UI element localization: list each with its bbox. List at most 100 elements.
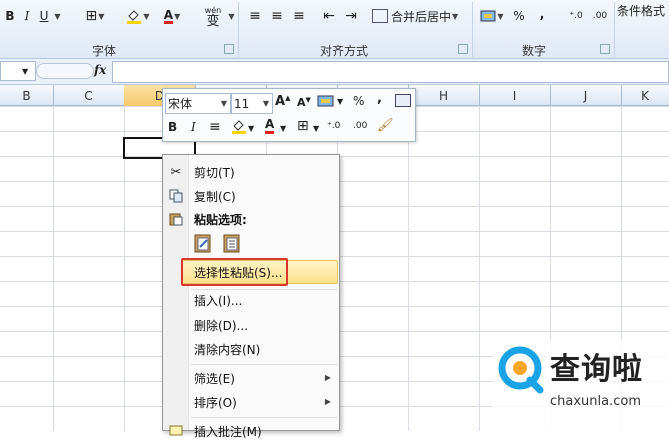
increase-decimal-icon[interactable]: ⁺.0 xyxy=(566,6,586,26)
mini-border-dropdown-icon[interactable]: ▼ xyxy=(313,124,319,133)
menu-item-insert-comment[interactable]: 插入批注(M) xyxy=(163,420,339,442)
mini-italic-button[interactable]: I xyxy=(191,120,196,134)
merge-center-label: 合并后居中 xyxy=(391,9,452,24)
menu-item-insert[interactable]: 插入(I)... xyxy=(163,289,339,311)
mini-fill-color-icon[interactable] xyxy=(231,118,247,137)
mini-decrease-decimal-icon[interactable]: .00 xyxy=(353,121,367,131)
group-number-label: 数字 xyxy=(522,44,547,58)
grow-font-button[interactable]: A▲ xyxy=(275,94,290,109)
shrink-font-label: A xyxy=(297,96,306,109)
annotation-box xyxy=(181,258,288,286)
menu-item-filter-label: 筛选(E) xyxy=(194,371,235,386)
underline-button[interactable]: U xyxy=(36,6,52,26)
ribbon: B I U ▼ ⊞ ▼ ▼ A ▼ wén 变 ▼ 字体 ≡ ≡ ≡ ⇤ ⇥ 合并后… xyxy=(0,0,669,59)
number-launcher-icon[interactable] xyxy=(600,44,610,54)
mini-accounting-dropdown-icon[interactable]: ▼ xyxy=(337,97,343,106)
group-font-label: 字体 xyxy=(92,44,117,58)
decrease-indent-icon[interactable]: ⇤ xyxy=(320,6,338,26)
menu-item-copy-label: 复制(C) xyxy=(194,189,236,204)
formula-input[interactable] xyxy=(112,61,669,83)
watermark-logo-icon xyxy=(496,344,546,394)
mini-comma-button[interactable]: , xyxy=(377,91,382,106)
group-align-label: 对齐方式 xyxy=(320,44,369,58)
decrease-decimal-icon[interactable]: .00 xyxy=(590,6,610,26)
menu-item-cut[interactable]: ✂ 剪切(T) xyxy=(163,161,339,183)
grid-line xyxy=(53,106,54,431)
mini-format-painter-icon[interactable] xyxy=(395,94,411,107)
menu-item-sort[interactable]: 排序(O) ▶ xyxy=(163,391,339,413)
name-box[interactable] xyxy=(0,61,36,81)
menu-item-clear-contents-label: 清除内容(N) xyxy=(194,342,261,357)
phonetic-char: 变 xyxy=(206,13,220,29)
menu-item-delete[interactable]: 删除(D)... xyxy=(163,314,339,336)
mini-font-size[interactable]: 11 ▼ xyxy=(231,93,273,114)
menu-item-insert-label: 插入(I)... xyxy=(194,293,243,308)
paste-formulas-icon[interactable] xyxy=(192,232,214,254)
column-header-B[interactable]: B xyxy=(0,85,54,106)
column-header-C[interactable]: C xyxy=(53,85,125,106)
mini-percent-button[interactable]: % xyxy=(353,94,364,108)
formula-bar-splitter[interactable] xyxy=(36,63,94,79)
paste-options-label: 粘贴选项: xyxy=(194,212,247,227)
percent-button[interactable]: % xyxy=(512,6,526,26)
merge-icon xyxy=(372,9,388,23)
mini-format-brush-icon[interactable]: 🖌 xyxy=(377,118,394,133)
align-right-icon[interactable]: ≡ xyxy=(290,6,308,26)
insert-function-button[interactable]: fx xyxy=(94,63,106,77)
mini-accounting-icon[interactable] xyxy=(317,93,335,112)
scissors-icon: ✂ xyxy=(170,164,182,180)
name-box-dropdown-icon[interactable]: ▼ xyxy=(22,67,28,76)
border-icon[interactable]: ⊞ ▼ xyxy=(82,6,108,26)
font-color-icon[interactable]: A ▼ xyxy=(158,6,186,26)
mini-font-color-dropdown-icon[interactable]: ▼ xyxy=(280,124,286,133)
underline-dropdown-icon[interactable]: ▼ xyxy=(52,6,62,26)
menu-item-clear-contents[interactable]: 清除内容(N) xyxy=(163,338,339,360)
mini-font-name[interactable]: 宋体 ▼ xyxy=(165,93,231,114)
divider xyxy=(614,2,615,57)
align-launcher-icon[interactable] xyxy=(458,44,468,54)
align-left-icon[interactable]: ≡ xyxy=(246,6,264,26)
menu-item-copy[interactable]: 复制(C) xyxy=(163,185,339,207)
mini-bold-button[interactable]: B xyxy=(168,120,177,134)
watermark-url: chaxunla.com xyxy=(550,394,641,409)
mini-border-icon[interactable]: ⊞ xyxy=(297,118,309,134)
mini-toolbar: 宋体 ▼ 11 ▼ A▲ A▼ ▼ % , B I ≡ ▼ A ▼ ⊞ ▼ ⁺.… xyxy=(162,88,416,142)
paste-values-icon[interactable] xyxy=(221,232,243,254)
menu-item-filter[interactable]: 筛选(E) ▶ xyxy=(163,367,339,389)
font-launcher-icon[interactable] xyxy=(224,44,234,54)
conditional-format-button[interactable]: 条件格式 xyxy=(617,0,669,20)
formula-bar: ▼ fx xyxy=(0,59,669,85)
column-header-K[interactable]: K xyxy=(621,85,669,106)
column-header-J[interactable]: J xyxy=(550,85,622,106)
menu-item-insert-comment-label: 插入批注(M) xyxy=(194,424,262,439)
accounting-format-icon[interactable]: ▼ xyxy=(478,6,506,26)
align-center-icon[interactable]: ≡ xyxy=(268,6,286,26)
grid-line xyxy=(408,106,409,431)
column-header-I[interactable]: I xyxy=(479,85,551,106)
submenu-arrow-icon: ▶ xyxy=(324,397,331,406)
grid-line xyxy=(479,106,480,431)
mini-fill-dropdown-icon[interactable]: ▼ xyxy=(248,124,254,133)
submenu-arrow-icon: ▶ xyxy=(324,373,331,382)
column-header-H[interactable]: H xyxy=(408,85,480,106)
comma-button[interactable]: , xyxy=(536,4,548,24)
clipboard-icon xyxy=(168,211,184,227)
divider xyxy=(238,2,239,57)
context-menu: ✂ 剪切(T) 复制(C) 粘贴选项: 选择性粘贴(S)... 插入(I)...… xyxy=(162,154,340,439)
merge-center-button[interactable]: 合并后居中 ▼ xyxy=(372,6,470,26)
mini-increase-decimal-icon[interactable]: ⁺.0 xyxy=(327,121,340,131)
fill-color-icon[interactable]: ▼ xyxy=(124,6,152,26)
mini-font-color-button[interactable]: A xyxy=(265,118,275,134)
phonetic-dropdown-icon[interactable]: ▼ xyxy=(226,6,236,26)
shrink-font-button[interactable]: A▼ xyxy=(297,96,311,109)
mini-font-size-value: 11 xyxy=(234,96,250,111)
menu-separator xyxy=(191,364,337,365)
menu-item-cut-label: 剪切(T) xyxy=(194,165,235,180)
paste-options-header: 粘贴选项: xyxy=(163,208,339,230)
phonetic-button[interactable]: wén 变 xyxy=(200,2,226,32)
watermark-title: 查询啦 xyxy=(550,352,643,387)
italic-button[interactable]: I xyxy=(20,6,34,26)
mini-center-icon[interactable]: ≡ xyxy=(209,119,221,135)
increase-indent-icon[interactable]: ⇥ xyxy=(342,6,360,26)
bold-button[interactable]: B xyxy=(2,6,18,26)
